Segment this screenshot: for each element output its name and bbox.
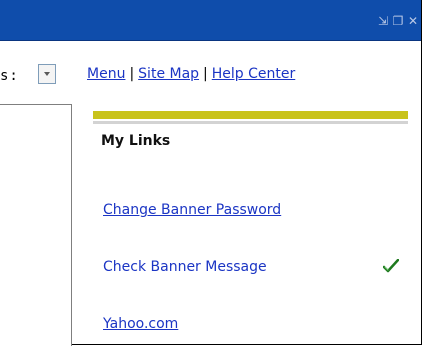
top-navigation: Menu | Site Map | Help Center	[87, 66, 295, 82]
left-pane	[0, 104, 72, 346]
nav-separator: |	[129, 66, 135, 82]
close-icon[interactable]: ✕	[407, 14, 419, 28]
restore-icon[interactable]: ❐	[392, 14, 404, 28]
title-bar: ⇲ ❐ ✕	[0, 0, 421, 41]
check-icon	[383, 259, 399, 273]
divider	[93, 121, 408, 124]
menu-link[interactable]: Menu	[87, 66, 125, 82]
my-links-title: My Links	[101, 133, 171, 149]
yahoo-link[interactable]: Yahoo.com	[103, 316, 178, 332]
site-map-link[interactable]: Site Map	[138, 66, 199, 82]
nav-separator: |	[203, 66, 208, 82]
check-banner-message-link[interactable]: Check Banner Message	[103, 259, 267, 275]
help-center-link[interactable]: Help Center	[212, 66, 296, 82]
chevron-down-icon	[44, 72, 50, 76]
toolbar-label: s:	[0, 68, 19, 84]
app-window: ⇲ ❐ ✕ s: Menu | Site Map | Help Center My Li…	[0, 0, 422, 346]
dropdown-button[interactable]	[38, 64, 56, 84]
window-controls: ⇲ ❐ ✕	[377, 12, 419, 30]
accent-divider	[93, 111, 408, 119]
change-banner-password-link[interactable]: Change Banner Password	[103, 202, 281, 218]
minimize-icon[interactable]: ⇲	[377, 14, 389, 28]
